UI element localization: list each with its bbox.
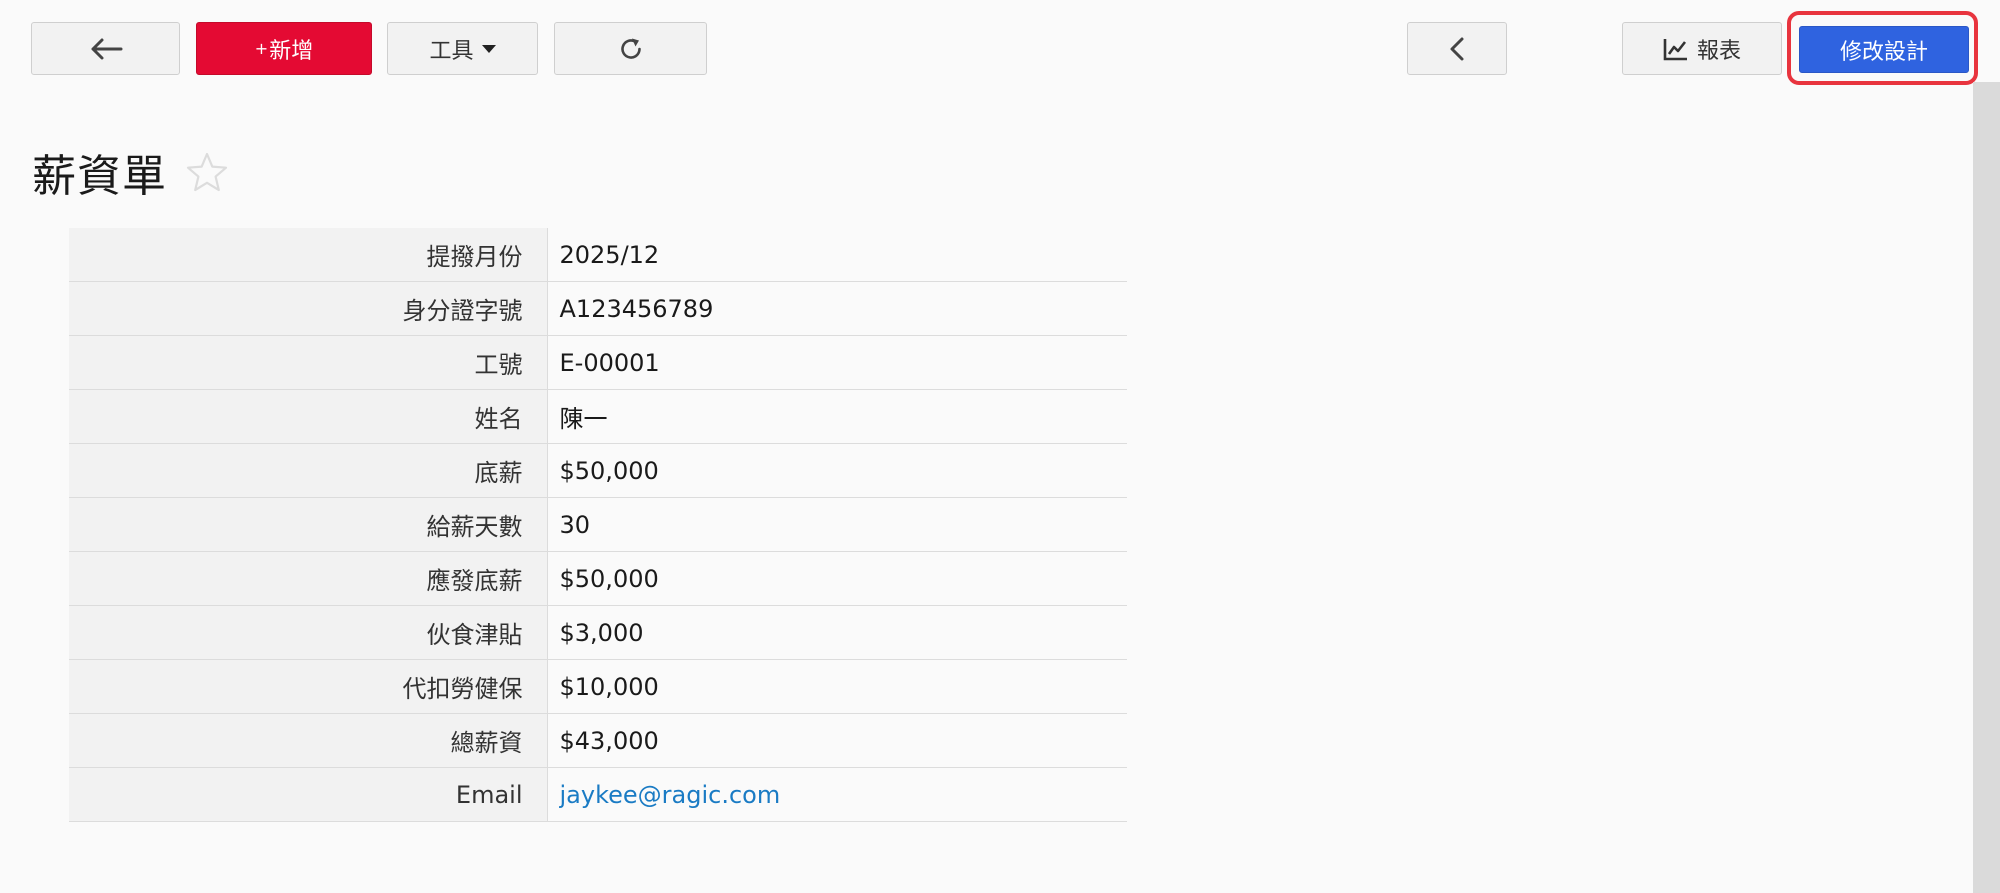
field-value: jaykee@ragic.com [547, 767, 1127, 822]
form-row: 伙食津貼 $3,000 [69, 605, 1127, 660]
field-value: 陳一 [547, 389, 1127, 444]
field-value: 30 [547, 497, 1127, 552]
refresh-icon [620, 38, 641, 59]
field-value: $43,000 [547, 713, 1127, 768]
form-row: Email jaykee@ragic.com [69, 767, 1127, 822]
field-label: 伙食津貼 [69, 605, 548, 660]
modify-design-button[interactable]: 修改設計 [1799, 26, 1969, 73]
form-row: 工號 E-00001 [69, 335, 1127, 390]
refresh-button[interactable] [554, 22, 707, 75]
email-link[interactable]: jaykee@ragic.com [560, 781, 781, 809]
add-new-button[interactable]: + 新增 [196, 22, 372, 75]
field-label: 工號 [69, 335, 548, 390]
field-label: 給薪天數 [69, 497, 548, 552]
previous-record-button[interactable] [1407, 22, 1507, 75]
plus-icon: + [254, 39, 269, 58]
form-row: 提撥月份 2025/12 [69, 228, 1127, 282]
record-form: 提撥月份 2025/12 身分證字號 A123456789 工號 E-00001… [69, 228, 1127, 822]
field-label: 應發底薪 [69, 551, 548, 606]
star-icon[interactable] [185, 151, 229, 193]
title-row: 薪資單 [32, 140, 229, 204]
field-label: 底薪 [69, 443, 548, 498]
tools-dropdown-button[interactable]: 工具 [387, 22, 538, 75]
field-value: E-00001 [547, 335, 1127, 390]
form-row: 總薪資 $43,000 [69, 713, 1127, 768]
field-value: $50,000 [547, 551, 1127, 606]
field-label: 代扣勞健保 [69, 659, 548, 714]
back-button[interactable] [31, 22, 180, 75]
form-row: 身分證字號 A123456789 [69, 281, 1127, 336]
page-title: 薪資單 [32, 151, 167, 202]
form-row: 給薪天數 30 [69, 497, 1127, 552]
field-label: 總薪資 [69, 713, 548, 768]
vertical-scrollbar[interactable] [1973, 82, 2000, 893]
field-label: 姓名 [69, 389, 548, 444]
field-value: $10,000 [547, 659, 1127, 714]
field-label: Email [69, 767, 548, 822]
modify-design-label: 修改設計 [1839, 39, 1928, 65]
form-row: 應發底薪 $50,000 [69, 551, 1127, 606]
report-label: 報表 [1696, 38, 1741, 64]
report-button[interactable]: 報表 [1622, 22, 1782, 75]
tools-label: 工具 [429, 38, 474, 64]
form-row: 底薪 $50,000 [69, 443, 1127, 498]
caret-down-icon [481, 44, 496, 53]
form-row: 姓名 陳一 [69, 389, 1127, 444]
chevron-left-icon [1450, 37, 1464, 60]
field-value: A123456789 [547, 281, 1127, 336]
line-chart-icon [1663, 38, 1687, 60]
field-value: $3,000 [547, 605, 1127, 660]
field-label: 提撥月份 [69, 228, 548, 282]
field-value: $50,000 [547, 443, 1127, 498]
form-row: 代扣勞健保 $10,000 [69, 659, 1127, 714]
arrow-left-icon [91, 38, 122, 59]
field-label: 身分證字號 [69, 281, 548, 336]
field-value: 2025/12 [547, 228, 1127, 282]
add-new-label: 新增 [269, 38, 314, 64]
toolbar: + 新增 工具 報表 修改設計 [0, 0, 2000, 100]
